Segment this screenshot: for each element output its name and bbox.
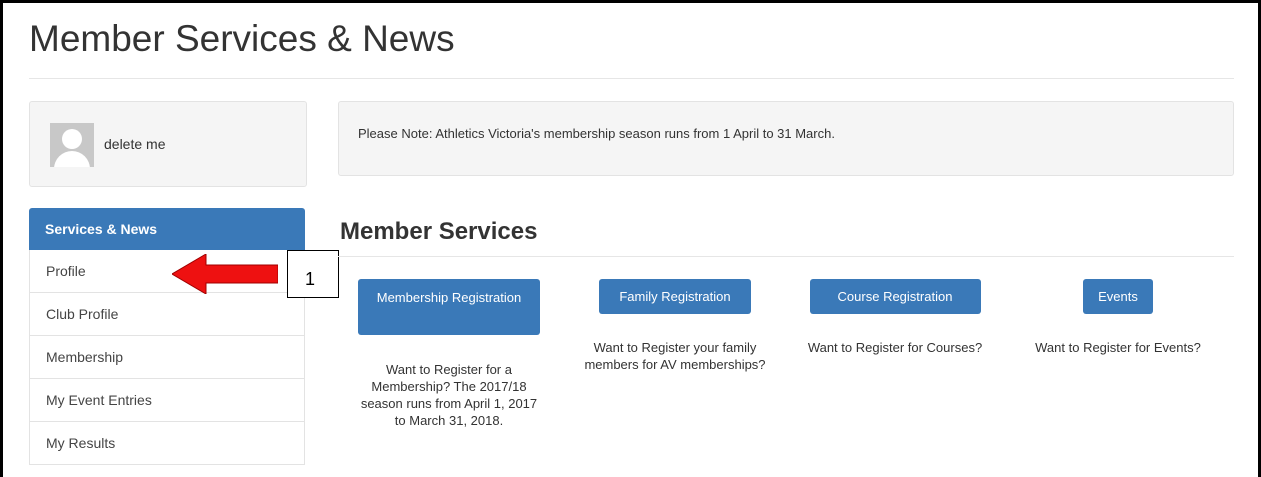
avatar-head-shape: [62, 129, 82, 149]
events-button[interactable]: Events: [1083, 279, 1153, 314]
callout-arrow-icon: [172, 254, 278, 294]
sidebar-item-my-results[interactable]: My Results: [29, 422, 305, 465]
callout-number: 1: [287, 250, 339, 298]
avatar-body-shape: [54, 151, 90, 167]
sidebar-nav: Services & News Profile Club Profile Mem…: [29, 208, 305, 465]
section-title: Member Services: [340, 218, 538, 245]
sidebar-item-my-event-entries[interactable]: My Event Entries: [29, 379, 305, 422]
service-description: Want to Register your family members for…: [584, 340, 766, 372]
service-membership-registration: Membership Registration Want to Register…: [358, 279, 540, 429]
sidebar-item-membership[interactable]: Membership: [29, 336, 305, 379]
avatar[interactable]: [50, 123, 94, 167]
page-title: Member Services & News: [29, 18, 455, 59]
sidebar-item-services-news[interactable]: Services & News: [29, 208, 305, 250]
membership-registration-button[interactable]: Membership Registration: [358, 279, 540, 335]
title-divider: [29, 78, 1234, 79]
user-card: delete me: [29, 101, 307, 187]
service-description: Want to Register for Courses?: [807, 340, 983, 355]
course-registration-button[interactable]: Course Registration: [809, 279, 981, 314]
service-course-registration: Course Registration Want to Register for…: [805, 279, 985, 356]
service-description: Want to Register for a Membership? The 2…: [360, 362, 538, 428]
callout-arrow-shape: [172, 254, 278, 294]
season-notice: Please Note: Athletics Victoria's member…: [338, 101, 1234, 176]
section-divider: [338, 256, 1234, 257]
service-events: Events Want to Register for Events?: [1028, 279, 1208, 356]
service-description: Want to Register for Events?: [1035, 340, 1201, 355]
service-family-registration: Family Registration Want to Register you…: [582, 279, 768, 373]
notice-text: Please Note: Athletics Victoria's member…: [358, 126, 835, 141]
family-registration-button[interactable]: Family Registration: [599, 279, 751, 314]
sidebar-item-club-profile[interactable]: Club Profile: [29, 293, 305, 336]
user-name: delete me: [104, 136, 166, 152]
